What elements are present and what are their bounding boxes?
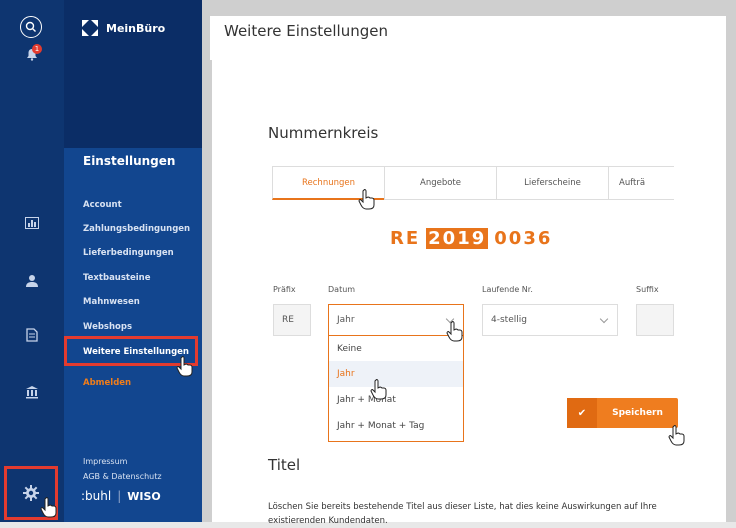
laufende-nr-value: 4-stellig [491,315,527,325]
menu-item-abmelden[interactable]: Abmelden [83,378,131,388]
menu-item-lieferbedingungen[interactable]: Lieferbedingungen [83,248,174,258]
number-preview-prefix: RE [390,228,421,249]
datum-option-jahr[interactable]: Jahr [329,361,463,387]
document-type-tabs: Rechnungen Angebote Lieferscheine Aufträ [272,166,674,200]
chevron-down-icon [599,314,609,324]
praefix-input[interactable]: RE [273,304,311,336]
chart-icon[interactable] [22,213,42,233]
brand-name: MeinBüro [106,21,166,35]
laufende-nr-select[interactable]: 4-stellig [482,304,618,336]
suffix-label: Suffix [636,285,659,294]
datum-dropdown: Keine Jahr Jahr + Monat Jahr + Monat + T… [328,336,464,442]
meinbuero-logo-icon [82,20,98,36]
vendor-logos: :buhl | WISO [81,489,161,503]
datum-option-keine[interactable]: Keine [329,336,463,362]
hand-cursor-icon [446,321,463,342]
hand-cursor-icon [176,356,193,377]
menu-item-weitere-einstellungen[interactable]: Weitere Einstellungen [83,347,189,357]
person-icon[interactable] [22,271,42,291]
buhl-logo: :buhl [81,489,112,503]
menu-item-zahlungsbedingungen[interactable]: Zahlungsbedingungen [83,224,190,234]
menu-header: MeinBüro [64,0,202,148]
datum-value: Jahr [337,315,355,325]
brand-logo[interactable]: MeinBüro [80,18,165,38]
datum-label: Datum [328,285,356,294]
laufende-nr-label: Laufende Nr. [482,285,533,294]
datum-option-jahr-monat-tag[interactable]: Jahr + Monat + Tag [329,413,463,439]
search-icon[interactable] [20,16,42,38]
titel-title: Titel [268,456,301,474]
tab-lieferscheine[interactable]: Lieferscheine [496,166,608,200]
menu-item-textbausteine[interactable]: Textbausteine [83,273,150,283]
number-preview: RE 2019 0036 [390,228,552,249]
gear-icon [23,485,39,501]
wiso-logo: WISO [127,489,161,503]
notification-badge: 1 [32,44,42,54]
check-icon: ✔ [567,398,597,428]
suffix-input[interactable] [636,304,674,336]
icon-rail: 1 [0,0,64,522]
nummernkreis-title: Nummernkreis [268,124,379,142]
footer-link-agb[interactable]: AGB & Datenschutz [83,472,162,481]
settings-menu: MeinBüro Einstellungen [64,0,202,522]
hand-cursor-icon [358,189,375,210]
save-button[interactable]: ✔ Speichern [567,398,678,428]
datum-select[interactable]: Jahr [328,304,464,336]
menu-item-webshops[interactable]: Webshops [83,322,132,332]
page-title: Weitere Einstellungen [224,22,388,40]
hand-cursor-icon [370,379,387,400]
nummernkreis-card [212,60,726,448]
datum-option-jahr-monat[interactable]: Jahr + Monat [329,387,463,413]
praefix-value: RE [282,315,294,325]
save-label: Speichern [612,408,663,418]
tab-auftraege[interactable]: Aufträ [608,166,674,200]
document-icon[interactable] [22,325,42,345]
hand-cursor-icon [40,497,57,518]
titel-description: Löschen Sie bereits bestehende Titel aus… [268,502,657,526]
menu-title: Einstellungen [83,154,176,168]
hand-cursor-icon [668,425,685,446]
tab-angebote[interactable]: Angebote [384,166,496,200]
praefix-label: Präfix [273,285,296,294]
number-preview-number: 0036 [494,228,553,249]
footer-link-impressum[interactable]: Impressum [83,457,127,466]
menu-item-mahnwesen[interactable]: Mahnwesen [83,297,140,307]
number-preview-year: 2019 [426,228,489,249]
bank-icon[interactable] [22,382,42,402]
menu-item-account[interactable]: Account [83,200,122,210]
